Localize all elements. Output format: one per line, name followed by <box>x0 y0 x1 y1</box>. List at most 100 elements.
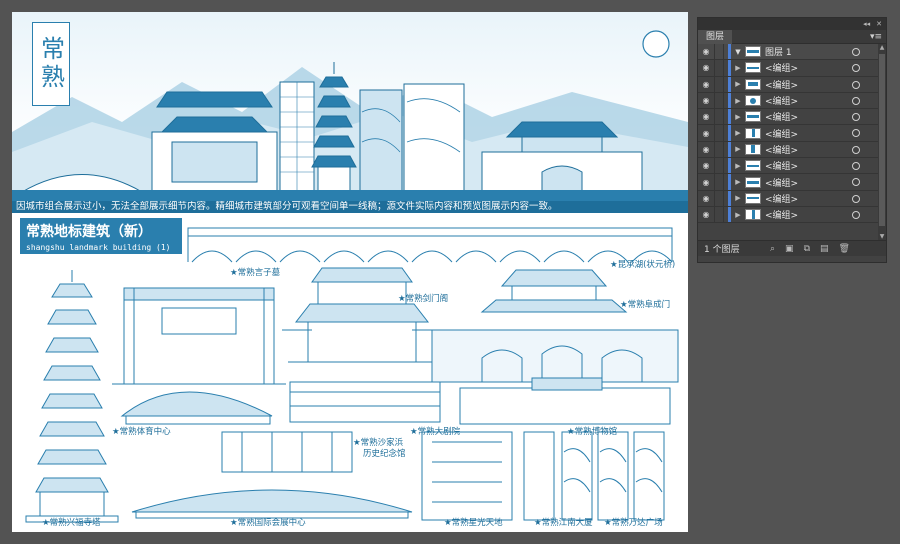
lock-toggle[interactable] <box>714 76 724 92</box>
expand-triangle-icon[interactable]: ▼ <box>733 48 743 56</box>
layer-color-bar <box>728 206 731 223</box>
layer-row[interactable]: ◉ ▶ <编组> <box>698 125 886 142</box>
expand-triangle-icon[interactable]: ▶ <box>733 97 743 105</box>
landmark-line-art <box>25 227 679 523</box>
layer-row[interactable]: ◉ ▶ <编组> <box>698 190 886 207</box>
lock-toggle[interactable] <box>714 158 724 174</box>
visibility-eye-icon[interactable]: ◉ <box>698 96 714 105</box>
layer-name[interactable]: <编组> <box>765 159 825 172</box>
layer-name[interactable]: 图层 1 <box>765 45 825 58</box>
scroll-thumb[interactable] <box>879 54 885 226</box>
expand-triangle-icon[interactable]: ▶ <box>733 64 743 72</box>
visibility-eye-icon[interactable]: ◉ <box>698 112 714 121</box>
layer-name[interactable]: <编组> <box>765 78 825 91</box>
target-circle-icon[interactable] <box>852 162 860 171</box>
panel-menu-icon[interactable]: ▾≡ <box>870 32 886 42</box>
group-thumbnail <box>745 127 761 139</box>
layer-color-bar <box>728 158 731 174</box>
clipping-mask-icon[interactable]: ▣ <box>785 244 794 254</box>
lock-toggle[interactable] <box>714 60 724 76</box>
caption-yanzi: ★常熟言子墓 <box>230 268 281 278</box>
target-circle-icon[interactable] <box>852 129 860 138</box>
layer-row[interactable]: ◉ ▶ <编组> <box>698 109 886 126</box>
visibility-eye-icon[interactable]: ◉ <box>698 63 714 72</box>
visibility-eye-icon[interactable]: ◉ <box>698 80 714 89</box>
locate-object-icon[interactable]: ⌕ <box>770 244 775 254</box>
tab-layers[interactable]: 图层 <box>698 29 733 44</box>
group-thumbnail <box>745 209 761 221</box>
visibility-eye-icon[interactable]: ◉ <box>698 145 714 154</box>
layer-row-main[interactable]: ◉ ▼ 图层 1 <box>698 44 886 61</box>
visibility-eye-icon[interactable]: ◉ <box>698 47 714 56</box>
visibility-eye-icon[interactable]: ◉ <box>698 129 714 138</box>
panel-titlebar: ◂◂ ✕ <box>698 18 886 30</box>
expand-triangle-icon[interactable]: ▶ <box>733 129 743 137</box>
sports-center-drawing <box>120 391 273 417</box>
layer-name[interactable]: <编组> <box>765 176 825 189</box>
layer-name[interactable]: <编组> <box>765 143 825 156</box>
lock-toggle[interactable] <box>714 92 724 109</box>
target-circle-icon[interactable] <box>852 48 860 56</box>
expand-triangle-icon[interactable]: ▶ <box>733 178 743 186</box>
lock-toggle[interactable] <box>714 109 724 125</box>
visibility-eye-icon[interactable]: ◉ <box>698 194 714 203</box>
panel-tabbar: 图层 ▾≡ <box>698 29 886 44</box>
lock-toggle[interactable] <box>714 141 724 158</box>
caption-shajia: ★常熟沙家浜 <box>353 438 404 448</box>
collapse-icon[interactable]: ◂◂ <box>863 18 870 30</box>
expand-triangle-icon[interactable]: ▶ <box>733 162 743 170</box>
layers-list[interactable]: ◉ ▼ 图层 1 ◉ ▶ <编组> ◉ ▶ <编组> ◉ ▶ <编组> ◉ ▶ … <box>698 44 886 240</box>
layer-row[interactable]: ◉ ▶ <编组> <box>698 174 886 191</box>
expand-triangle-icon[interactable]: ▶ <box>733 211 743 219</box>
lock-toggle[interactable] <box>714 190 724 206</box>
target-circle-icon[interactable] <box>852 64 860 73</box>
target-circle-icon[interactable] <box>852 210 860 219</box>
lock-toggle[interactable] <box>714 206 724 223</box>
target-circle-icon[interactable] <box>852 178 860 187</box>
layer-name[interactable]: <编组> <box>765 110 825 123</box>
layer-row[interactable]: ◉ ▶ <编组> <box>698 206 886 224</box>
target-circle-icon[interactable] <box>852 194 860 203</box>
group-thumbnail <box>745 111 761 123</box>
close-panel-icon[interactable]: ✕ <box>876 18 882 30</box>
visibility-eye-icon[interactable]: ◉ <box>698 210 714 219</box>
layer-name[interactable]: <编组> <box>765 208 825 221</box>
layer-name[interactable]: <编组> <box>765 61 825 74</box>
layer-row[interactable]: ◉ ▶ <编组> <box>698 92 886 110</box>
layers-scrollbar[interactable]: ▲ ▼ <box>878 44 886 240</box>
pagoda-drawing <box>25 270 119 523</box>
lock-toggle[interactable] <box>714 174 724 190</box>
visibility-eye-icon[interactable]: ◉ <box>698 178 714 187</box>
layer-thumbnail <box>745 46 761 58</box>
artboard[interactable]: 常熟 因城市组合展示过小，无法全部展示细节内容。精细城市建筑部分可观看空间单一线… <box>12 12 688 532</box>
target-circle-icon[interactable] <box>852 113 860 122</box>
layer-name[interactable]: <编组> <box>765 127 825 140</box>
expand-triangle-icon[interactable]: ▶ <box>733 194 743 202</box>
scroll-up-icon[interactable]: ▲ <box>878 44 886 51</box>
new-sublayer-icon[interactable]: ⧉ <box>804 244 810 254</box>
target-circle-icon[interactable] <box>852 80 860 89</box>
expand-triangle-icon[interactable]: ▶ <box>733 145 743 153</box>
city-gate-drawing <box>431 269 679 383</box>
scroll-down-icon[interactable]: ▼ <box>878 233 886 240</box>
new-layer-icon[interactable]: ▤ <box>820 244 829 254</box>
layer-row[interactable]: ◉ ▶ <编组> <box>698 60 886 77</box>
layer-color-bar <box>728 125 731 141</box>
layer-row[interactable]: ◉ ▶ <编组> <box>698 158 886 175</box>
delete-layer-icon[interactable]: 🗑 <box>839 244 850 254</box>
lock-toggle[interactable] <box>714 44 724 60</box>
memorial-gate-drawing <box>112 287 286 385</box>
layer-row[interactable]: ◉ ▶ <编组> <box>698 76 886 93</box>
visibility-eye-icon[interactable]: ◉ <box>698 161 714 170</box>
layers-panel[interactable]: ◂◂ ✕ 图层 ▾≡ ◉ ▼ 图层 1 ◉ ▶ <编组> ◉ ▶ <编组> ◉ … <box>697 17 887 263</box>
lock-toggle[interactable] <box>714 125 724 141</box>
layer-name[interactable]: <编组> <box>765 192 825 205</box>
target-circle-icon[interactable] <box>852 145 860 154</box>
layer-row[interactable]: ◉ ▶ <编组> <box>698 141 886 159</box>
caption-huizhan: ★常熟国际会展中心 <box>230 518 306 528</box>
target-circle-icon[interactable] <box>852 96 860 105</box>
caption-shajia-2: 历史纪念馆 <box>363 449 406 459</box>
expand-triangle-icon[interactable]: ▶ <box>733 113 743 121</box>
expand-triangle-icon[interactable]: ▶ <box>733 80 743 88</box>
layer-name[interactable]: <编组> <box>765 94 825 107</box>
